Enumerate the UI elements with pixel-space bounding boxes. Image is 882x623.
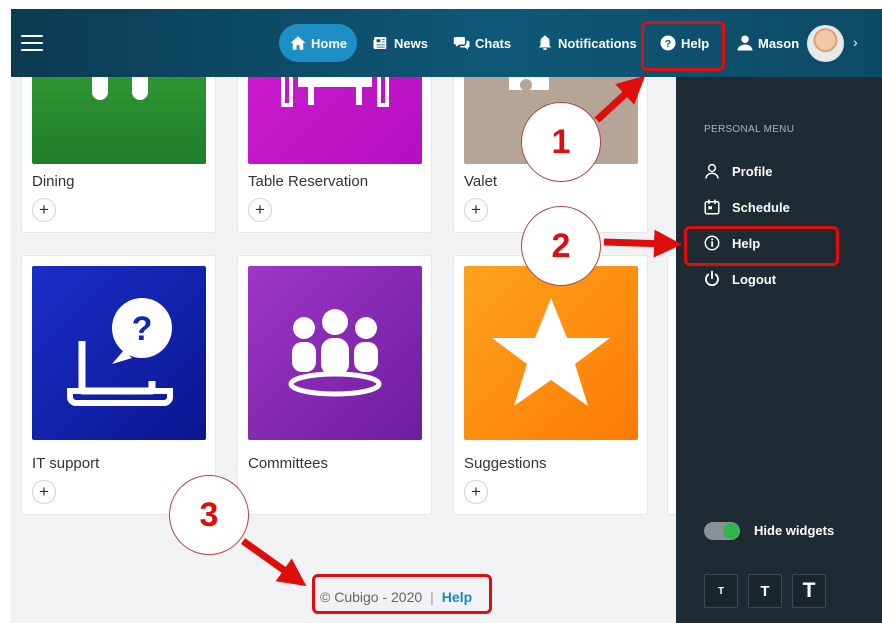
annotation-step-1: 1 [521, 102, 601, 182]
annotation-arrows [240, 75, 682, 587]
arrow-2 [603, 229, 682, 258]
arrow-1 [594, 75, 646, 123]
annotation-step-2: 2 [521, 206, 601, 286]
annotation-step-3: 3 [169, 475, 249, 555]
arrow-3 [240, 538, 307, 587]
